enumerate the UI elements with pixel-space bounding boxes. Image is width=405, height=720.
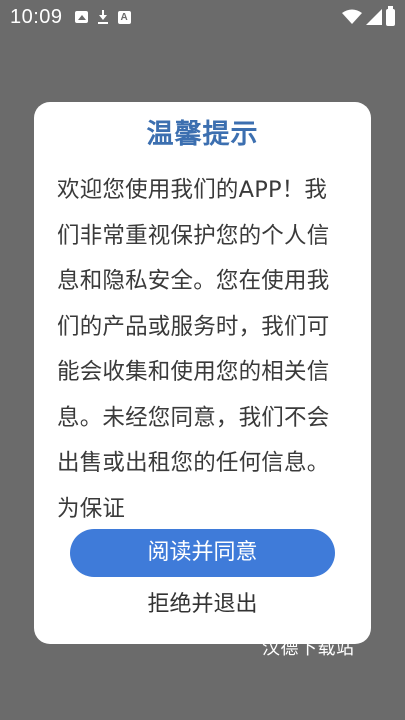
notification-icons: A (74, 10, 131, 24)
agree-button[interactable]: 阅读并同意 (70, 529, 335, 577)
status-bar: 10:09 A (0, 0, 405, 34)
download-icon (97, 10, 109, 24)
privacy-text: 欢迎您使用我们的APP！我们非常重视保护您的个人信息和隐私安全。您在使用我们的产… (57, 177, 330, 522)
battery-icon (386, 5, 395, 26)
status-time: 10:09 (10, 5, 63, 28)
image-icon (74, 11, 88, 23)
system-icons (342, 5, 395, 26)
privacy-dialog: 温馨提示 欢迎您使用我们的APP！我们非常重视保护您的个人信息和隐私安全。您在使… (34, 102, 371, 644)
watermark: 汉德下载站 (262, 638, 355, 659)
reject-exit-button[interactable]: 拒绝并退出 (34, 587, 371, 623)
a-icon: A (117, 10, 131, 24)
wifi-icon (342, 9, 362, 24)
signal-icon (366, 9, 382, 25)
dialog-title: 温馨提示 (146, 119, 259, 150)
